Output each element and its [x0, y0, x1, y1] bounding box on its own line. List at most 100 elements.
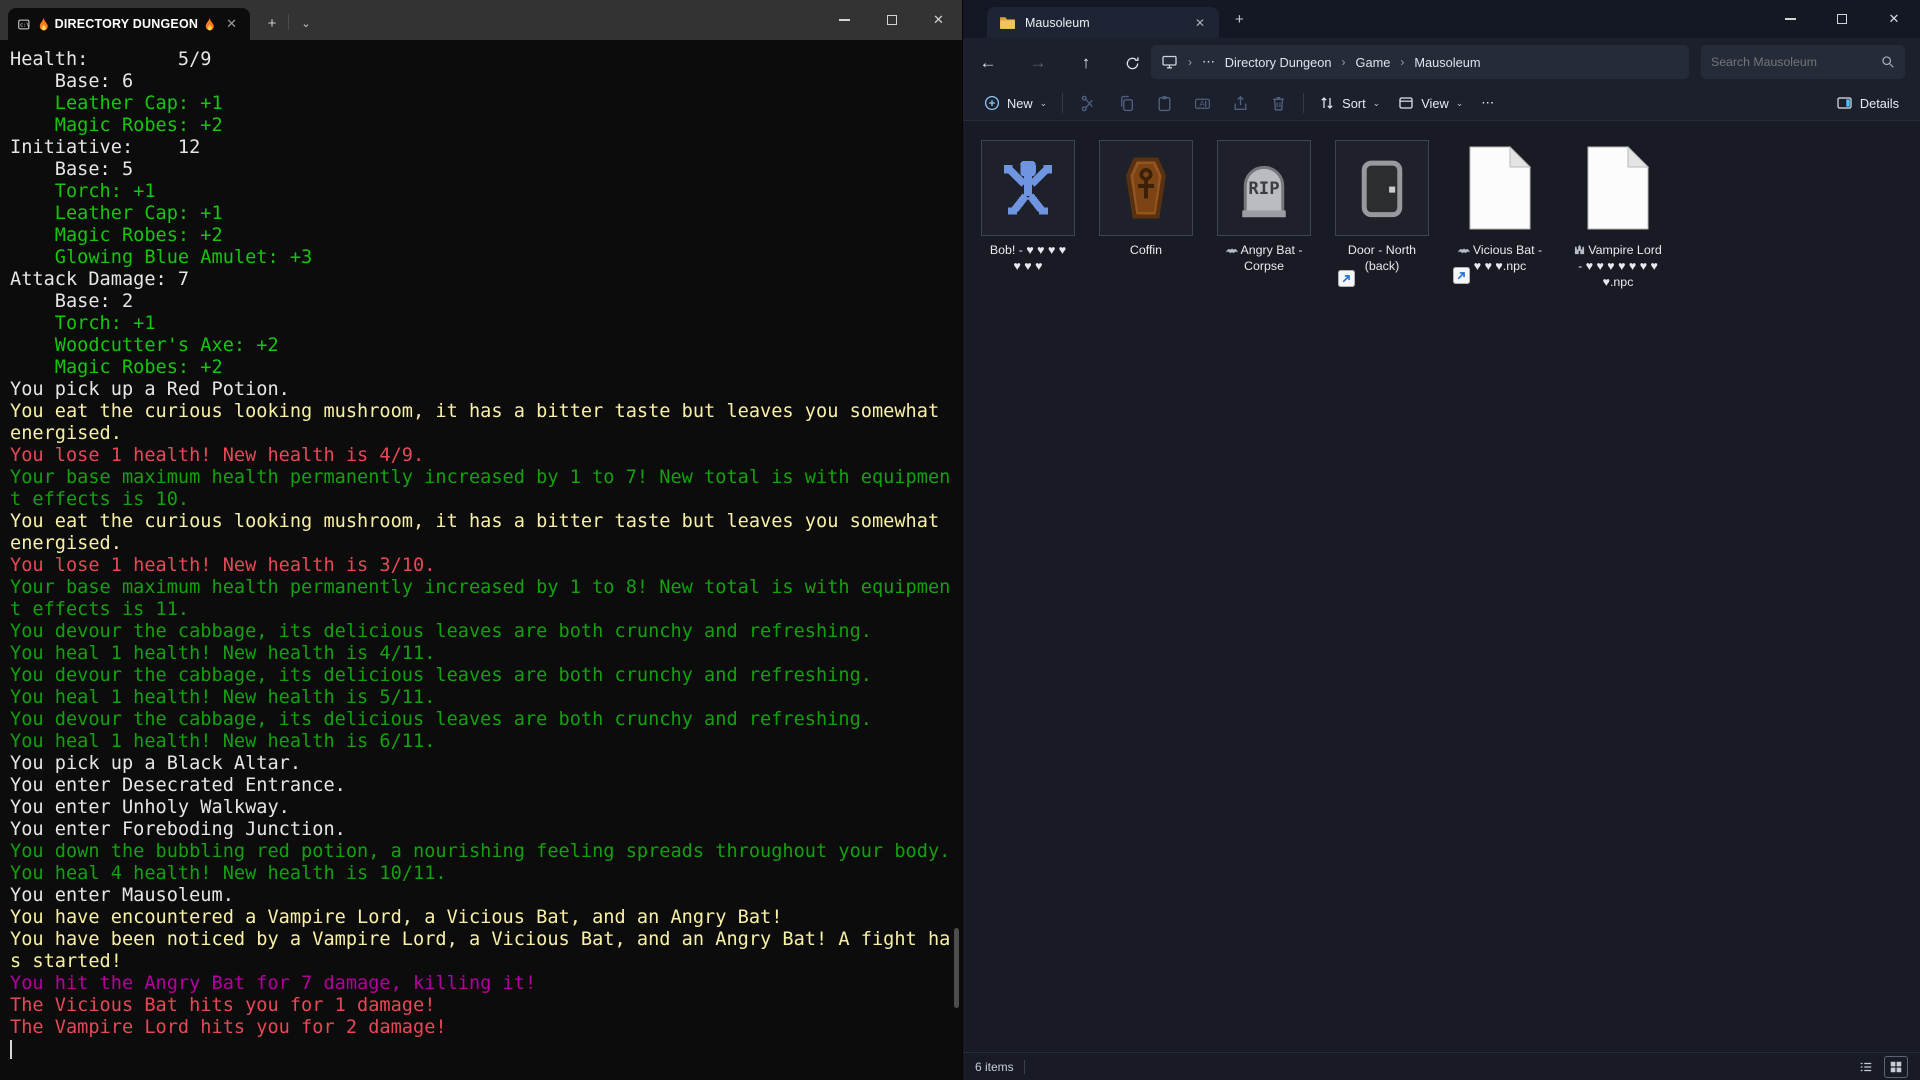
paste-button[interactable]	[1145, 88, 1183, 118]
minimize-button[interactable]	[821, 0, 868, 40]
terminal-line: You lose 1 health! New health is 4/9.	[10, 445, 962, 467]
terminal-output[interactable]: Health: 5/9 Base: 6 Leather Cap: +1 Magi…	[0, 40, 962, 1080]
terminal-line: Base: 5	[10, 159, 962, 181]
terminal-line: Your base maximum health permanently inc…	[10, 577, 962, 599]
new-tab-button[interactable]: +	[1235, 11, 1244, 28]
thumbnail-view-toggle[interactable]	[1884, 1056, 1908, 1078]
terminal-line: You devour the cabbage, its delicious le…	[10, 621, 962, 643]
file-item-door-north[interactable]: Door - North (back)	[1335, 140, 1429, 290]
pixel-person-icon	[997, 157, 1059, 219]
close-button[interactable]: ✕	[1868, 0, 1920, 38]
tab-close-icon[interactable]: ✕	[223, 16, 240, 32]
file-item-vicious-bat[interactable]: Vicious Bat - ♥ ♥ ♥.npc	[1453, 140, 1547, 290]
delete-button[interactable]	[1259, 88, 1297, 118]
file-item-angry-bat-corpse[interactable]: RIP Angry Bat - Corpse	[1217, 140, 1311, 290]
up-button[interactable]: ↑	[1073, 50, 1099, 76]
details-pane-button[interactable]: Details	[1827, 88, 1908, 118]
back-button[interactable]: ←	[975, 50, 1001, 76]
door-icon	[1353, 156, 1411, 220]
file-label: Coffin	[1130, 242, 1162, 258]
chevron-down-icon: ⌄	[1456, 98, 1464, 109]
explorer-statusbar: 6 items	[963, 1052, 1920, 1080]
search-input[interactable]	[1711, 55, 1881, 69]
details-view-toggle[interactable]	[1854, 1056, 1878, 1078]
explorer-tab[interactable]: Mausoleum ✕	[987, 7, 1219, 38]
thumbnail-view-icon	[1889, 1060, 1903, 1074]
rename-button[interactable]: A	[1183, 88, 1221, 118]
divider	[1062, 93, 1063, 113]
cut-button[interactable]	[1069, 88, 1107, 118]
forward-button[interactable]: →	[1025, 50, 1051, 76]
terminal-line: Magic Robes: +2	[10, 225, 962, 247]
search-box[interactable]	[1701, 45, 1905, 79]
bat-icon	[1458, 246, 1470, 255]
terminal-scrollbar[interactable]	[954, 928, 959, 1008]
breadcrumb-item[interactable]: Game	[1356, 55, 1391, 70]
share-icon	[1232, 95, 1249, 112]
terminal-line: You eat the curious looking mushroom, it…	[10, 401, 962, 423]
divider	[1303, 93, 1304, 113]
document-icon	[1587, 146, 1649, 230]
explorer-tabstrip: Mausoleum ✕ + ✕	[963, 0, 1920, 38]
terminal-line: The Vicious Bat hits you for 1 damage!	[10, 995, 962, 1017]
terminal-tab-title: DIRECTORY DUNGEON	[37, 17, 216, 32]
copy-button[interactable]	[1107, 88, 1145, 118]
breadcrumb-item[interactable]: Mausoleum	[1414, 55, 1480, 70]
address-bar[interactable]: › ⋯ Directory Dungeon › Game › Mausoleum	[1151, 45, 1689, 79]
terminal-line: You pick up a Black Altar.	[10, 753, 962, 775]
file-label: Bob! - ♥ ♥ ♥ ♥ ♥ ♥ ♥	[990, 242, 1066, 274]
terminal-line: Health: 5/9	[10, 49, 962, 71]
terminal-line: Leather Cap: +1	[10, 203, 962, 225]
folder-icon	[999, 15, 1016, 30]
breadcrumb-ellipsis[interactable]: ⋯	[1202, 54, 1215, 70]
terminal-line: Magic Robes: +2	[10, 357, 962, 379]
tombstone-icon: RIP	[1234, 157, 1294, 219]
new-button[interactable]: New ⌄	[975, 88, 1056, 118]
more-options-button[interactable]: ⋯	[1472, 88, 1503, 118]
terminal-tab[interactable]: c:\ DIRECTORY DUNGEON ✕	[8, 8, 250, 40]
terminal-line: You devour the cabbage, its delicious le…	[10, 709, 962, 731]
view-button-label: View	[1421, 96, 1449, 111]
divider	[1024, 1060, 1025, 1074]
chevron-down-icon: ⌄	[1373, 98, 1381, 109]
breadcrumb-item[interactable]: Directory Dungeon	[1225, 55, 1332, 70]
file-label: Angry Bat - Corpse	[1226, 242, 1303, 274]
document-icon-frame	[1453, 140, 1547, 236]
terminal-line: Woodcutter's Axe: +2	[10, 335, 962, 357]
maximize-icon	[887, 15, 897, 25]
terminal-line: Torch: +1	[10, 181, 962, 203]
file-item-bob[interactable]: Bob! - ♥ ♥ ♥ ♥ ♥ ♥ ♥	[981, 140, 1075, 290]
file-area[interactable]: Bob! - ♥ ♥ ♥ ♥ ♥ ♥ ♥ Coffin	[963, 122, 1920, 1052]
file-item-vampire-lord[interactable]: Vampire Lord - ♥ ♥ ♥ ♥ ♥ ♥ ♥ ♥.npc	[1571, 140, 1665, 290]
svg-text:RIP: RIP	[1248, 179, 1279, 199]
maximize-button[interactable]	[1816, 0, 1868, 38]
terminal-line: You heal 1 health! New health is 5/11.	[10, 687, 962, 709]
chevron-right-icon: ›	[1400, 55, 1404, 69]
terminal-line: Base: 6	[10, 71, 962, 93]
terminal-line: Torch: +1	[10, 313, 962, 335]
refresh-button[interactable]	[1119, 50, 1145, 76]
view-icon	[1398, 95, 1414, 111]
terminal-line: You pick up a Red Potion.	[10, 379, 962, 401]
tab-dropdown-button[interactable]: ⌄	[292, 10, 320, 36]
terminal-line: Leather Cap: +1	[10, 93, 962, 115]
share-button[interactable]	[1221, 88, 1259, 118]
copy-icon	[1118, 95, 1135, 112]
maximize-button[interactable]	[868, 0, 915, 40]
terminal-line: You have encountered a Vampire Lord, a V…	[10, 907, 962, 929]
terminal-line: You devour the cabbage, its delicious le…	[10, 665, 962, 687]
chevron-right-icon: ›	[1342, 55, 1346, 69]
minimize-icon	[839, 19, 850, 21]
terminal-line: Base: 2	[10, 291, 962, 313]
fire-icon	[37, 17, 50, 32]
close-button[interactable]: ✕	[915, 0, 962, 40]
tab-close-icon[interactable]: ✕	[1191, 16, 1209, 30]
sort-button[interactable]: Sort ⌄	[1310, 88, 1389, 118]
details-pane-icon	[1836, 95, 1853, 111]
list-view-icon	[1859, 1060, 1873, 1074]
view-button[interactable]: View ⌄	[1389, 88, 1472, 118]
minimize-button[interactable]	[1764, 0, 1816, 38]
explorer-tab-label: Mausoleum	[1025, 16, 1182, 30]
new-tab-button[interactable]: +	[258, 10, 286, 36]
file-item-coffin[interactable]: Coffin	[1099, 140, 1193, 290]
